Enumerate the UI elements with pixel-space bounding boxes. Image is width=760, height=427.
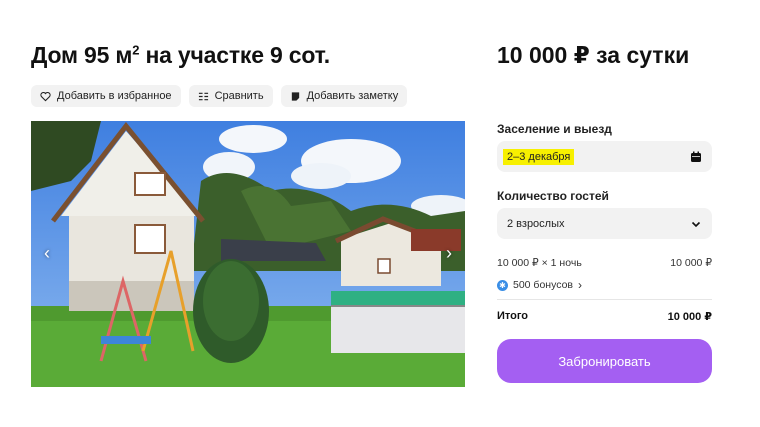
guests-value: 2 взрослых <box>507 217 565 230</box>
previous-photo-button[interactable]: ‹ <box>35 241 59 265</box>
listing-actions: Добавить в избранное Сравнить Добавить з… <box>31 85 408 107</box>
house-photo <box>31 121 465 387</box>
price-calculation-row: 10 000 ₽ × 1 ночь 10 000 ₽ <box>497 257 712 269</box>
chevron-right-icon: › <box>446 242 452 263</box>
dates-value: 2–3 декабря <box>503 148 575 165</box>
favorite-label: Добавить в избранное <box>57 90 172 102</box>
total-label: Итого <box>497 310 529 322</box>
title-main: Дом 95 м <box>31 42 133 68</box>
compare-button[interactable]: Сравнить <box>188 85 273 107</box>
note-label: Добавить заметку <box>306 90 399 102</box>
title-rest: на участке 9 сот. <box>139 42 330 68</box>
listing-title: Дом 95 м2 на участке 9 сот. <box>31 42 330 69</box>
bonus-link[interactable]: ✱ 500 бонусов › <box>497 278 582 292</box>
listing-photo[interactable]: ‹ › <box>31 121 465 387</box>
chevron-left-icon: ‹ <box>44 242 50 263</box>
dates-field[interactable]: 2–3 декабря <box>497 141 712 172</box>
total-value: 10 000 ₽ <box>667 311 712 323</box>
dates-label: Заселение и выезд <box>497 122 612 136</box>
compare-label: Сравнить <box>214 90 264 102</box>
note-icon <box>291 91 299 101</box>
add-to-favorites-button[interactable]: Добавить в избранное <box>31 85 181 107</box>
bonus-label: 500 бонусов <box>513 279 574 291</box>
calendar-icon <box>691 151 701 162</box>
guests-select[interactable]: 2 взрослых <box>497 208 712 239</box>
add-note-button[interactable]: Добавить заметку <box>280 85 408 107</box>
divider <box>497 299 712 300</box>
price-per-night: 10 000 ₽ за сутки <box>497 42 690 68</box>
next-photo-button[interactable]: › <box>437 241 461 265</box>
compare-icon <box>198 92 208 100</box>
heart-icon <box>40 91 51 101</box>
chevron-down-icon <box>691 221 701 227</box>
chevron-right-icon: › <box>578 278 583 292</box>
calc-label: 10 000 ₽ × 1 ночь <box>497 257 582 269</box>
total-row: Итого 10 000 ₽ <box>497 310 712 323</box>
bonus-icon: ✱ <box>497 279 508 291</box>
guests-label: Количество гостей <box>497 189 609 203</box>
book-button[interactable]: Забронировать <box>497 339 712 383</box>
calc-value: 10 000 ₽ <box>670 257 712 269</box>
